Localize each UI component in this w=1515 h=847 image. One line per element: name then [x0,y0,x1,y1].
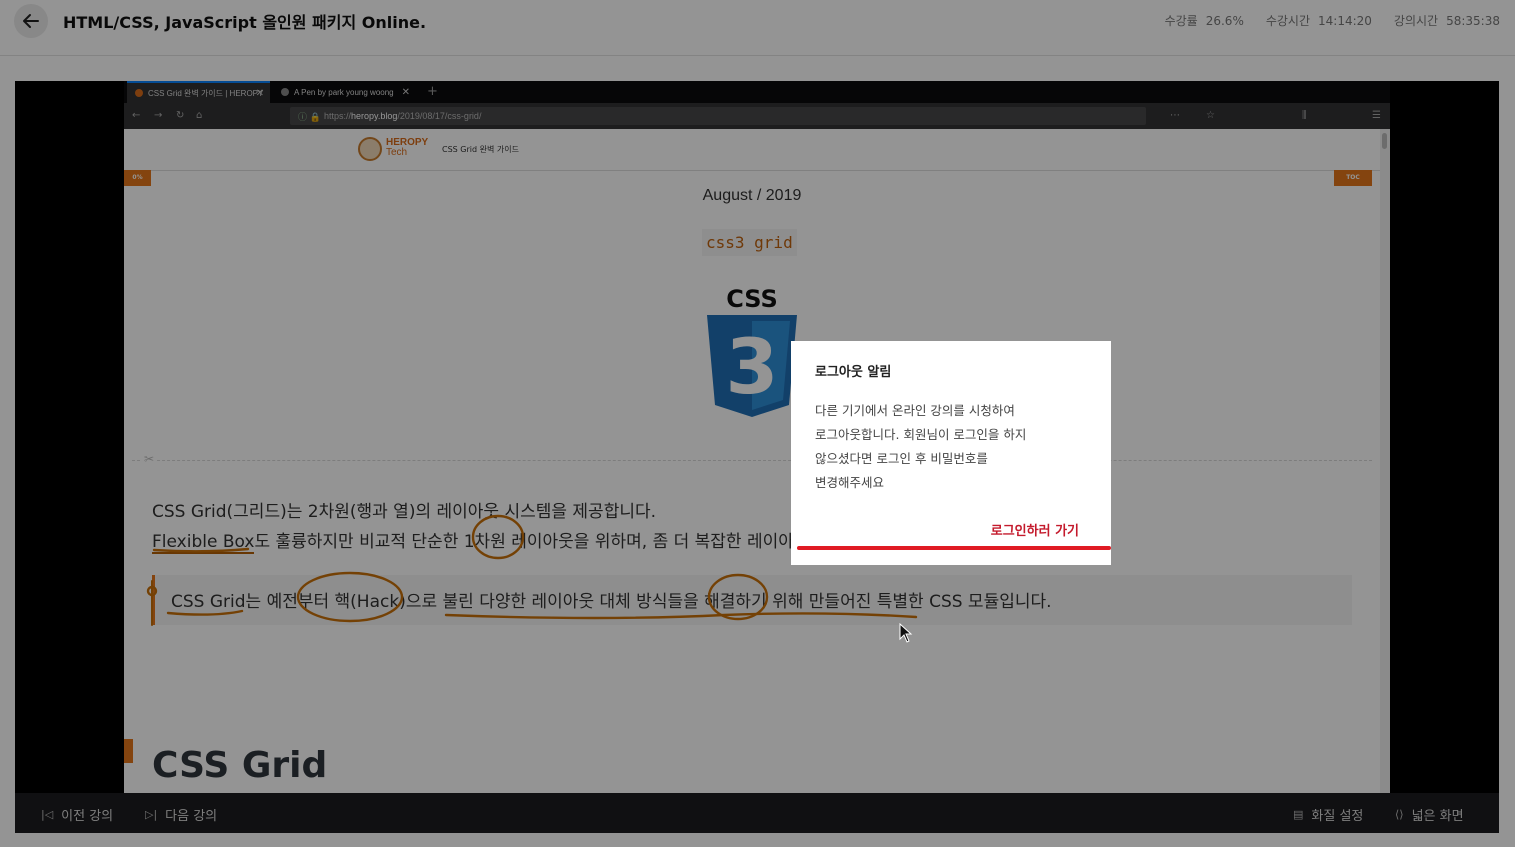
go-to-login-button[interactable]: 로그인하러 가기 [991,520,1079,539]
modal-backdrop [0,0,1515,847]
dialog-title: 로그아웃 알림 [815,365,892,380]
dialog-message: 다른 기기에서 온라인 강의를 시청하여 로그아웃합니다. 회원님이 로그인을 … [815,403,1027,490]
logout-alert-dialog: 로그아웃 알림 다른 기기에서 온라인 강의를 시청하여 로그아웃합니다. 회원… [791,341,1111,565]
mouse-cursor-icon [899,623,913,643]
highlight-underline [797,546,1111,550]
